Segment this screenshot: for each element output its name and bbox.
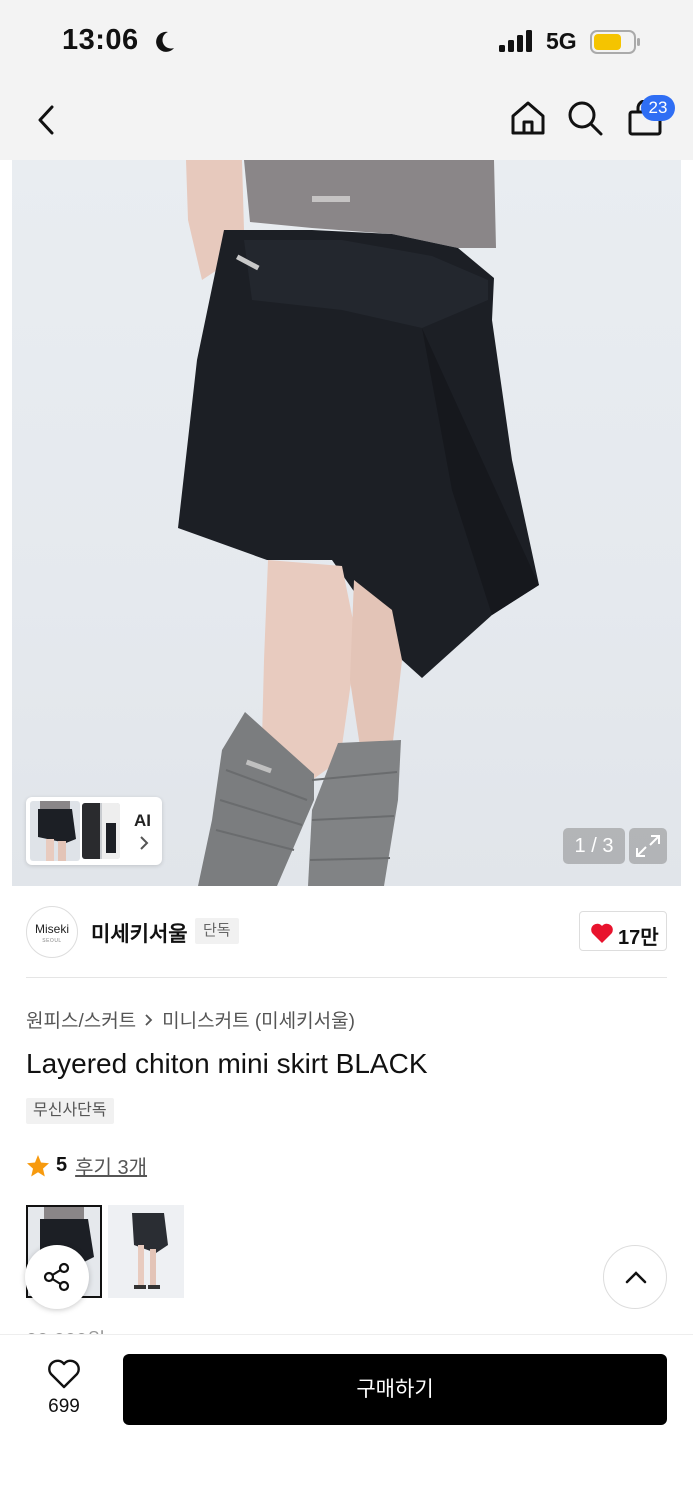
breadcrumb: 원피스/스커트 미니스커트 (미세키서울) <box>26 1006 355 1033</box>
product-title: Layered chiton mini skirt BLACK <box>26 1048 428 1079</box>
brand-name[interactable]: 미세키서울 <box>91 918 188 948</box>
ai-thumbnail <box>30 801 80 861</box>
breadcrumb-category[interactable]: 원피스/스커트 <box>26 1006 136 1033</box>
brand-logo-subtext: SEOUL <box>42 938 62 944</box>
ai-label: AI <box>134 811 151 830</box>
cart-count-badge: 23 <box>641 95 675 121</box>
product-photo-illustration <box>178 160 539 886</box>
signal-icon <box>499 30 532 52</box>
search-icon[interactable] <box>566 99 604 137</box>
brand-logo-text: Miseki <box>34 922 69 936</box>
chevron-right-icon <box>145 1013 153 1026</box>
ai-thumbnail <box>82 803 120 859</box>
review-link[interactable]: 후기 3개 <box>75 1151 147 1180</box>
moon-icon <box>156 31 174 52</box>
star-icon <box>27 1154 49 1176</box>
scroll-top-button[interactable] <box>603 1245 667 1309</box>
status-bar: 13:06 5G <box>0 0 693 82</box>
brand-logo[interactable]: Miseki SEOUL <box>26 906 78 958</box>
back-arrow-icon[interactable] <box>32 102 60 138</box>
product-image[interactable] <box>12 160 681 886</box>
nav-bar <box>0 82 693 160</box>
rating-score: 5 <box>56 1154 68 1176</box>
ai-recommend-card[interactable]: AI <box>26 797 162 865</box>
share-button[interactable] <box>25 1245 89 1309</box>
wish-count: 699 <box>48 1396 80 1417</box>
buy-button[interactable]: 구매하기 <box>123 1354 667 1425</box>
divider <box>26 977 667 978</box>
brand-like-count: 17만 <box>618 927 659 949</box>
breadcrumb-subcategory[interactable]: 미니스커트 (미세키서울) <box>162 1006 355 1033</box>
share-icon <box>43 1262 70 1292</box>
expand-button[interactable] <box>629 828 667 864</box>
expand-icon <box>636 835 660 857</box>
battery-icon <box>590 30 640 54</box>
heart-outline-icon[interactable] <box>47 1359 81 1389</box>
image-thumbnail[interactable] <box>108 1205 184 1298</box>
status-time: 13:06 <box>62 24 139 56</box>
image-page-indicator: 1 / 3 <box>563 828 625 864</box>
home-icon[interactable] <box>509 99 547 137</box>
exclusive-tag: 무신사단독 <box>26 1098 114 1124</box>
network-label: 5G <box>546 28 577 54</box>
brand-like-button[interactable]: 17만 <box>579 911 667 951</box>
exclusive-badge: 단독 <box>195 918 239 944</box>
chevron-right-icon <box>140 836 149 850</box>
heart-filled-icon <box>591 923 613 943</box>
rating-row: 5 후기 3개 <box>26 1151 147 1180</box>
chevron-up-icon <box>625 1271 647 1284</box>
